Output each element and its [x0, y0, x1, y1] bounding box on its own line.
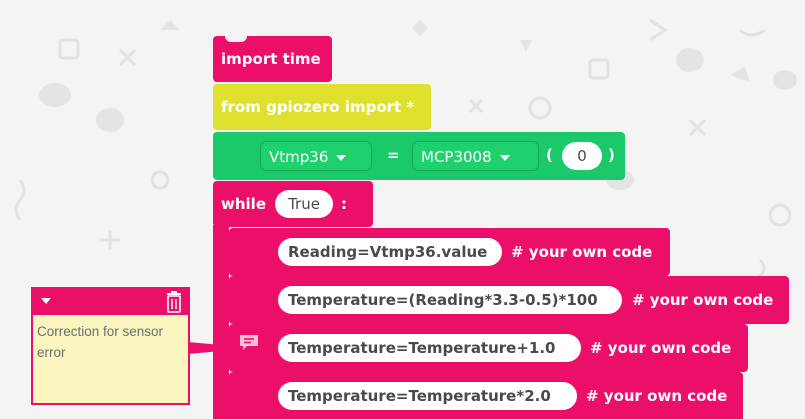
collapse-triangle-icon[interactable]: [41, 298, 51, 304]
from-gpiozero-import-block[interactable]: from gpiozero import *: [213, 84, 431, 130]
code-text: Temperature=Temperature+1.0: [288, 339, 556, 357]
code-input[interactable]: Reading=Vtmp36.value: [278, 238, 502, 266]
code-input[interactable]: Temperature=Temperature*2.0: [278, 382, 577, 410]
code-comment: # your own code: [590, 339, 732, 357]
condition-value: True: [288, 195, 320, 213]
code-text: Temperature=Temperature*2.0: [288, 387, 551, 405]
code-input[interactable]: Temperature=Temperature+1.0: [278, 334, 581, 362]
channel-value: 0: [577, 147, 587, 165]
from-gpiozero-import-label: from gpiozero import *: [221, 98, 415, 116]
comment-icon[interactable]: [238, 333, 260, 353]
trash-icon[interactable]: [164, 291, 184, 313]
block-notch: [225, 36, 247, 42]
open-paren: (: [546, 146, 553, 164]
while-keyword: while: [221, 195, 266, 213]
code-comment: # your own code: [586, 387, 728, 405]
comment-bubble-header: [33, 289, 188, 315]
variable-dropdown[interactable]: Vtmp36: [260, 141, 372, 171]
code-comment: # your own code: [511, 243, 653, 261]
chevron-down-icon: [499, 154, 510, 161]
channel-input[interactable]: 0: [562, 142, 602, 170]
class-dropdown-value: MCP3008: [421, 148, 492, 166]
code-text: Temperature=(Reading*3.3-0.5)*100: [288, 291, 598, 309]
code-input[interactable]: Temperature=(Reading*3.3-0.5)*100: [278, 286, 622, 314]
code-text: Reading=Vtmp36.value: [288, 243, 488, 261]
variable-dropdown-value: Vtmp36: [269, 148, 329, 166]
code-comment: # your own code: [632, 291, 774, 309]
condition-input[interactable]: True: [275, 190, 333, 218]
comment-bubble[interactable]: Correction for sensor error: [31, 287, 190, 405]
close-paren: ): [608, 146, 615, 164]
while-colon: :: [341, 195, 347, 213]
class-dropdown[interactable]: MCP3008: [412, 141, 539, 171]
while-block-arm: [213, 225, 229, 419]
comment-connector: [188, 342, 232, 354]
comment-text[interactable]: Correction for sensor error: [37, 321, 187, 363]
import-time-label: import time: [221, 50, 321, 68]
import-time-block[interactable]: import time: [213, 36, 332, 82]
chevron-down-icon: [336, 154, 347, 161]
equals-sign: =: [387, 146, 400, 164]
